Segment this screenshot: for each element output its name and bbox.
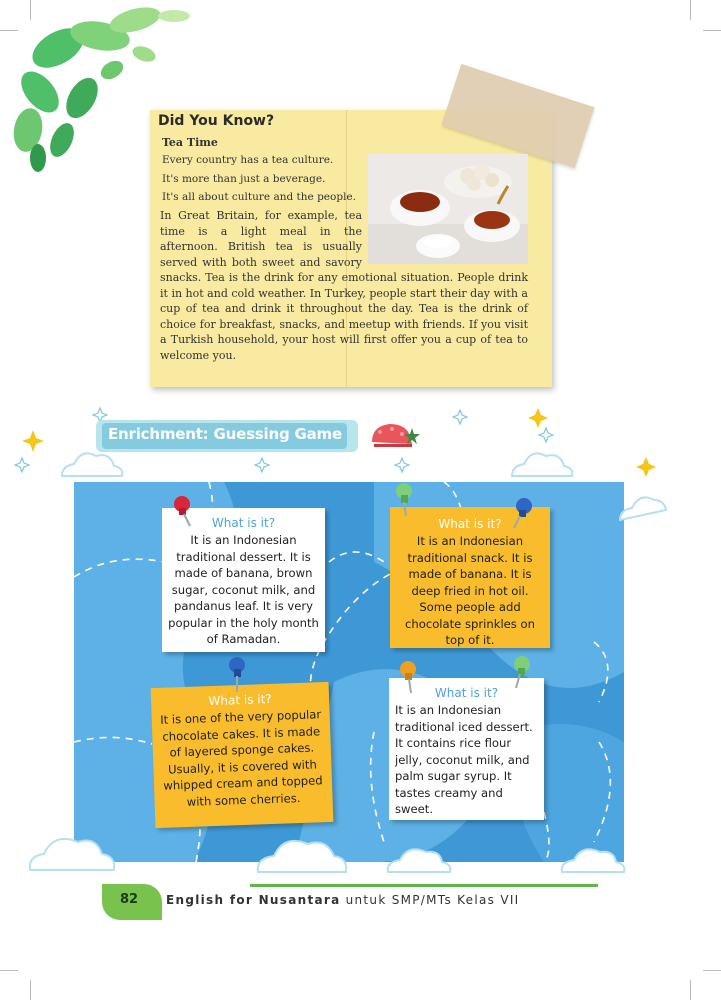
crop-mark (703, 30, 721, 31)
crop-mark (703, 970, 721, 971)
dyk-line: It's all about culture and the people. (162, 191, 356, 203)
section-title: Enrichment: Guessing Game (108, 425, 342, 443)
guess-card-text: It is an Indonesian traditional iced des… (395, 703, 533, 816)
push-pin-icon (229, 657, 245, 692)
crop-mark (0, 970, 18, 971)
dyk-line: It's more than just a beverage. (162, 173, 326, 185)
guess-card-4: What is it? It is an Indonesian traditio… (389, 678, 544, 820)
tea-time-subtitle: Tea Time (162, 136, 218, 149)
guess-card-text: It is an Indonesian traditional dessert.… (168, 533, 319, 646)
crop-mark (30, 980, 31, 1000)
did-you-know-body: In Great Britain, for example, tea time … (160, 208, 528, 363)
crop-mark (690, 980, 691, 1000)
clouds-top (60, 452, 668, 522)
book-title-footer: English for Nusantara untuk SMP/MTs Kela… (166, 893, 520, 907)
push-pin-icon (513, 498, 532, 529)
push-pin-icon (396, 483, 412, 517)
book-title: English for Nusantara (166, 893, 341, 907)
push-pin-icon (174, 496, 191, 527)
guess-card-1: What is it? It is an Indonesian traditio… (162, 508, 325, 652)
book-subtitle: untuk SMP/MTs Kelas VII (340, 893, 520, 907)
dyk-line: Every country has a tea culture. (162, 154, 334, 166)
clouds-bottom (28, 838, 626, 873)
did-you-know-title: Did You Know? (158, 113, 275, 129)
push-pin-icon (514, 656, 530, 689)
guess-card-3: What is it? It is one of the very popula… (150, 681, 334, 829)
crop-mark (690, 0, 691, 20)
footer-divider (250, 884, 598, 887)
guess-card-text: It is one of the very popular chocolate … (159, 707, 323, 809)
push-pin-icon (400, 661, 416, 694)
page-number: 82 (120, 892, 139, 907)
guess-card-text: It is an Indonesian traditional snack. I… (405, 534, 535, 647)
cake-icon (372, 424, 420, 447)
